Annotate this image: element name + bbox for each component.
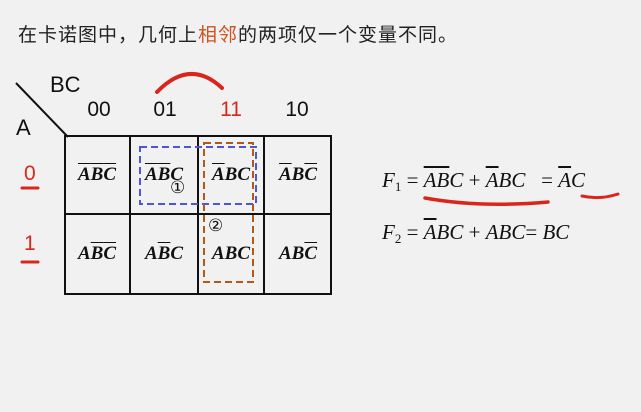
annotation-overlay — [15, 72, 620, 295]
f1-result-underline — [580, 192, 620, 200]
slide: 在卡诺图中，几何上相邻的两项仅一个变量不同。 BC A 00 01 11 10 … — [0, 0, 641, 412]
f1-sum-underline — [423, 196, 550, 206]
group-2-box — [203, 142, 254, 283]
adjacency-arc — [155, 72, 224, 94]
corner-diagonal — [15, 82, 69, 138]
